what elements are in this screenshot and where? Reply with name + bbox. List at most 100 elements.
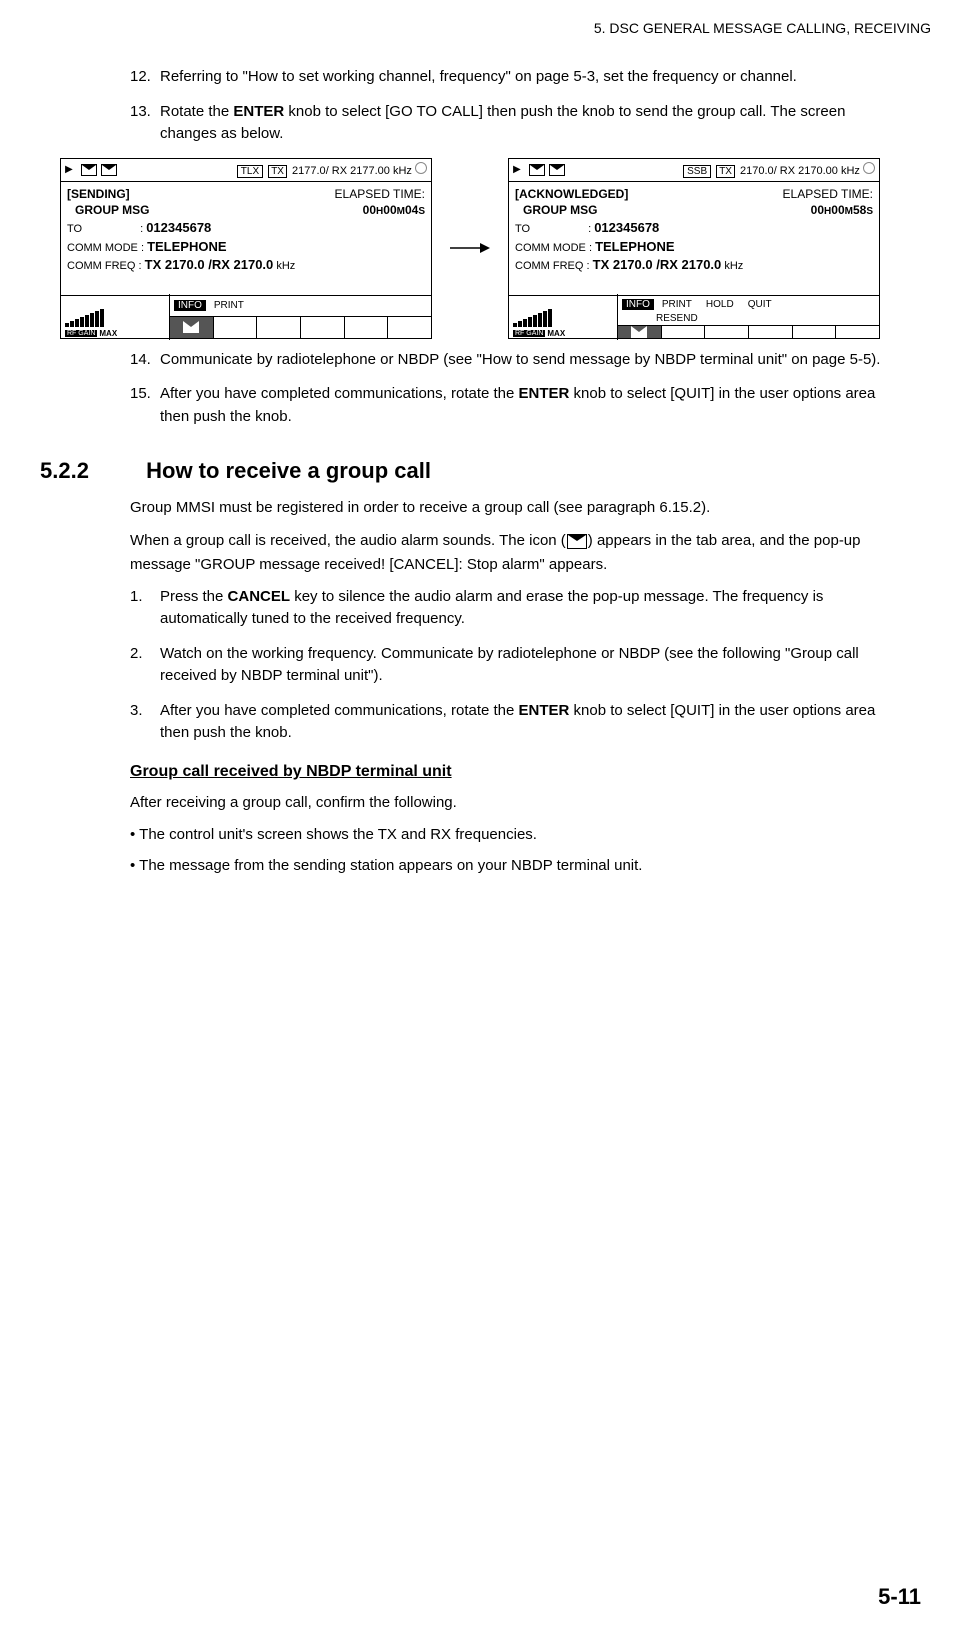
tx-badge: TX [716,165,735,178]
arrow-icon [450,238,490,258]
screen-sending: TLX TX 2177.0/ RX 2177.00 kHz [SENDING] … [60,158,432,339]
elapsed-time: 00H00M58S [811,202,873,219]
msg-type: GROUP MSG [515,202,597,219]
envelope-icon [81,164,97,176]
m: 00 [831,203,844,217]
tx-badge: TX [268,165,287,178]
step-num: 15. [130,383,160,428]
step-3: 3. After you have completed communicatio… [130,700,901,745]
quit-option: QUIT [742,299,778,310]
to-label: TO [67,223,82,235]
step-2: 2. Watch on the working frequency. Commu… [130,643,901,688]
paragraph: After receiving a group call, confirm th… [130,791,901,814]
step-num: 2. [130,643,160,688]
section-title: How to receive a group call [146,458,431,483]
info-badge: INFO [174,300,206,311]
step-1: 1. Press the CANCEL key to silence the a… [130,586,901,631]
unit: M [845,206,853,217]
unit: S [418,206,425,217]
step-text: Watch on the working frequency. Communic… [160,643,901,688]
subheading: Group call received by NBDP terminal uni… [130,763,901,781]
tab [662,326,706,338]
rx-freq: 2170.00 [798,165,838,177]
step-text: After you have completed communications,… [160,383,901,428]
step-text: Referring to "How to set working channel… [160,66,901,89]
comm-mode-label: COMM MODE : [515,242,592,254]
envelope-icon [183,321,199,333]
speaker-icon [65,164,77,176]
screen-body: [SENDING] ELAPSED TIME: GROUP MSG 00H00M… [61,182,431,295]
comm-mode-value: TELEPHONE [147,239,226,254]
status-label: [ACKNOWLEDGED] [515,186,628,203]
tab [301,317,345,338]
step-text: Rotate the ENTER knob to select [GO TO C… [160,101,901,146]
envelope-icon [101,164,117,176]
tx-freq: 2170.0 [740,165,774,177]
signal-block: RF GAIN MAX [61,294,170,340]
screen-bottom: RF GAIN MAX INFO PRINT HOLD QUIT RESEND [509,295,879,338]
resend-option: RESEND [656,313,704,324]
page-number: 5-11 [878,1584,921,1610]
comm-freq-label: COMM FREQ : [67,260,142,272]
text: Press the [160,588,228,605]
step-num: 1. [130,586,160,631]
rx-label: / RX [326,165,347,177]
comm-mode-value: TELEPHONE [595,239,674,254]
step-text: Press the CANCEL key to silence the audi… [160,586,901,631]
rfgain-badge: RF GAIN [65,330,97,337]
comm-freq-value: TX 2170.0 /RX 2170.0 [593,257,722,272]
s: 58 [853,203,866,217]
max-label: MAX [99,329,117,338]
hold-option: HOLD [700,299,740,310]
unit: kHz [841,165,860,177]
unit: M [397,206,405,217]
comm-freq-label: COMM FREQ : [515,260,590,272]
tab [257,317,301,338]
step-num: 3. [130,700,160,745]
step-text: Communicate by radiotelephone or NBDP (s… [160,349,901,372]
tab [388,317,431,338]
paragraph: Group MMSI must be registered in order t… [130,496,901,519]
to-label: TO [515,223,530,235]
status-label: [SENDING] [67,186,130,203]
s: 04 [405,203,418,217]
print-option: PRINT [656,299,698,310]
tab [793,326,837,338]
comm-freq-unit: kHz [724,260,743,272]
tx-freq: 2177.0 [292,165,326,177]
comm-mode-label: COMM MODE : [67,242,144,254]
step-num: 14. [130,349,160,372]
step-15: 15. After you have completed communicati… [130,383,901,428]
text: After you have completed communications,… [160,702,519,719]
envelope-icon [529,164,545,176]
text: Rotate the [160,103,233,120]
rx-freq: 2177.00 [350,165,390,177]
screen-topbar: SSB TX 2170.0/ RX 2170.00 kHz [509,159,879,182]
rfgain-badge: RF GAIN [513,330,545,337]
bold-text: ENTER [519,702,570,719]
unit: S [866,206,873,217]
tab-active [170,317,214,338]
signal-block: RF GAIN MAX [509,294,618,340]
info-badge: INFO [622,299,654,310]
knob-icon [415,162,427,174]
section-number: 5.2.2 [40,458,140,484]
comm-freq-unit: kHz [276,260,295,272]
max-label: MAX [547,329,565,338]
section-heading: 5.2.2 How to receive a group call [40,458,931,484]
step-12: 12. Referring to "How to set working cha… [130,66,901,89]
elapsed-label: ELAPSED TIME: [783,186,873,203]
m: 00 [383,203,396,217]
text: When a group call is received, the audio… [130,532,566,549]
chapter-header: 5. DSC GENERAL MESSAGE CALLING, RECEIVIN… [40,20,931,36]
tab [705,326,749,338]
elapsed-time: 00H00M04S [363,202,425,219]
h: 00 [811,203,824,217]
bold-text: ENTER [519,385,570,402]
unit: kHz [393,165,412,177]
bullet-item: The message from the sending station app… [130,855,901,878]
step-num: 12. [130,66,160,89]
text: After you have completed communications,… [160,385,519,402]
mode-badge: TLX [237,165,263,178]
step-13: 13. Rotate the ENTER knob to select [GO … [130,101,901,146]
